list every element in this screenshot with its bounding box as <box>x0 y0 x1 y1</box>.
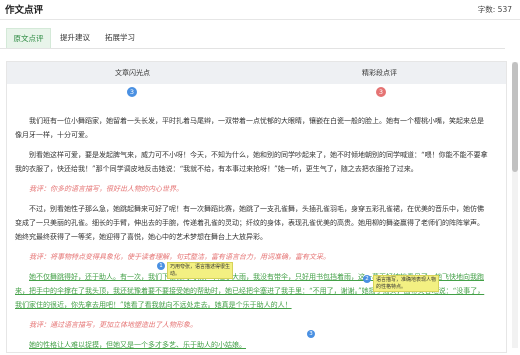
tab-suggestions[interactable]: 提升建议 <box>55 28 95 47</box>
essay-body: 我们班有一位小舞蹈家，她留着一头长发，平时扎着马尾辫，一双带着一点忧郁的大眼睛，… <box>15 114 489 352</box>
review-panel: 文章闪光点 精彩段点评 3 3 我们班有一位小舞蹈家，她留着一头长发，平时扎着马… <box>6 61 507 353</box>
tip-bubble-2[interactable]: 语言描写，准确地表现人物的性格特点。 <box>373 275 439 292</box>
tab-bar: 原文点评 提升建议 拓展学习 <box>0 26 505 49</box>
review-comment: 我评：将事物特点变得具象化，使于读者理解，句式整洁，富有语言台力，用词准确，富有… <box>29 253 330 261</box>
review-comment: 我评：你多的语言描写，很好出人物的内心世界。 <box>29 185 183 193</box>
essay-paragraph: 我们班有一位小舞蹈家，她留着一头长发，平时扎着马尾辫，一双带着一点忧郁的大眼睛，… <box>15 117 484 139</box>
tab-extended-learning[interactable]: 拓展学习 <box>100 28 140 47</box>
essay-paragraph: 别看她这样可爱，要是发起脾气来，威力可不小呀！今天，不知为什么，她和别的同学吵起… <box>15 151 488 173</box>
essay-paragraph-highlighted[interactable]: 她的性格让人难以捉摸，但她又是一个多才多艺、乐于助人的小姑娘。 <box>15 338 489 352</box>
highlight-sentence[interactable]: 她不仅舞跳得好，还于助人。 <box>29 273 120 281</box>
tip-marker-3[interactable]: 3 <box>307 330 315 338</box>
scrollbar-thumb[interactable] <box>512 62 518 172</box>
column-header: 文章闪光点 精彩段点评 <box>7 62 506 84</box>
essay-paragraph: 不过，别看她性子那么急，她跳起舞来可好了呢！有一次舞蹈比赛，她跳了一支孔雀舞，头… <box>15 205 484 241</box>
highlights-count-badge[interactable]: 3 <box>127 87 137 97</box>
paragraph-review-count-badge[interactable]: 3 <box>376 87 386 97</box>
highlights-column-title: 文章闪光点 <box>115 69 150 77</box>
paragraph-review-column-title: 精彩段点评 <box>362 69 397 77</box>
top-bar: 作文点评 字数: 537 <box>0 0 520 20</box>
review-comment: 我评：通过语言描写，更加立体地塑造出了人物形象。 <box>29 321 197 329</box>
tip-marker-2[interactable]: 2 <box>363 275 371 283</box>
tip-bubble-1[interactable]: 巧用夸张，语言描述得很生动。 <box>167 262 233 279</box>
page-title: 作文点评 <box>5 5 44 16</box>
tab-original-review[interactable]: 原文点评 <box>6 28 51 48</box>
word-count: 字数: 537 <box>477 5 512 14</box>
tip-marker-1[interactable]: 1 <box>157 262 165 270</box>
scrollbar[interactable] <box>512 62 518 348</box>
